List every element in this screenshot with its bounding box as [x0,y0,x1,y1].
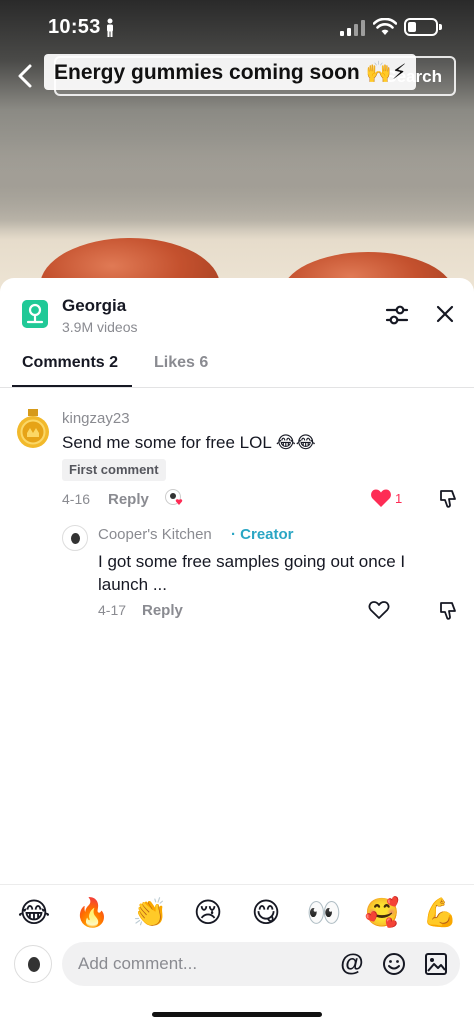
first-comment-badge: First comment [62,459,166,481]
status-bar: 10:53 [0,0,474,54]
location-pin-icon [22,300,48,328]
tab-likes[interactable]: Likes 6 [154,354,208,372]
emoji-love[interactable]: 🥰 [364,895,400,931]
reply-button[interactable]: Reply [142,602,183,619]
emoji-joy[interactable]: 😂 [16,895,52,931]
creator-liked-icon [165,489,183,505]
creator-label: · Creator [231,526,294,543]
emoji-yum[interactable]: 😋 [248,895,284,931]
status-time: 10:53 [48,16,101,38]
filter-icon[interactable] [384,302,410,328]
emoji-muscle[interactable]: 💪 [422,895,458,931]
reply-button[interactable]: Reply [108,491,149,508]
reply-username[interactable]: Cooper's Kitchen [98,526,212,543]
person-icon [107,18,113,37]
dislike-icon[interactable] [437,600,459,622]
heart-filled-icon[interactable] [370,488,392,508]
my-avatar [14,945,52,983]
signal-icon [340,20,365,36]
comment-date: 4-16 [62,491,91,507]
like-count: 1 [395,491,403,506]
comment-text: Send me some for free LOL 😂😂 [62,433,316,452]
reply-date: 4-17 [98,602,127,618]
emoji-eyes[interactable]: 👀 [306,895,342,931]
dislike-icon[interactable] [437,488,459,510]
active-tab-indicator [12,385,132,387]
reply-text: I got some free samples going out once I… [98,552,406,594]
emoji-fire[interactable]: 🔥 [74,895,110,931]
comment-input[interactable] [78,942,328,986]
battery-icon [404,18,442,36]
back-icon[interactable] [14,62,38,90]
emoji-quick-bar: 😂 🔥 👏 😢 😋 👀 🥰 💪 [0,884,474,944]
close-icon[interactable] [434,303,456,325]
emoji-clap[interactable]: 👏 [132,895,168,931]
mention-icon[interactable]: @ [340,952,364,976]
emoji-cry[interactable]: 😢 [190,895,226,931]
topic-name: Georgia [62,296,127,315]
wifi-icon [373,18,397,35]
heart-outline-icon[interactable] [368,600,390,620]
home-indicator [152,1012,322,1017]
comment-tabs: Comments 2 Likes 6 [0,342,474,388]
video-blur [0,140,474,230]
topic-video-count: 3.9M videos [62,319,138,335]
comments-sheet: Georgia 3.9M videos Comments 2 Likes 6 k… [0,278,474,1026]
tab-comments[interactable]: Comments 2 [22,354,118,372]
image-icon[interactable] [424,952,448,976]
emoji-picker-icon[interactable] [382,952,406,976]
medal-avatar[interactable] [14,409,52,449]
creator-avatar[interactable] [62,525,88,551]
video-title-caption: Energy gummies coming soon 🙌⚡ [44,54,417,90]
comment-composer[interactable]: @ [62,942,460,986]
comment-username[interactable]: kingzay23 [62,410,130,427]
